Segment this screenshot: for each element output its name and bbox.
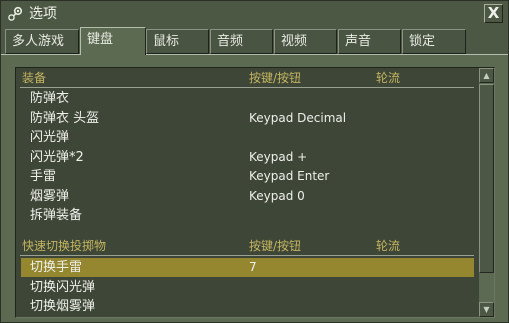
binding-action: 防弹衣 (30, 91, 70, 106)
binding-key: 7 (249, 260, 257, 274)
title-bar[interactable]: 选项 X (1, 1, 508, 27)
tab-mouse[interactable]: 鼠标 (146, 29, 209, 54)
vertical-scrollbar[interactable]: ▲ ▼ (479, 68, 494, 317)
tab-bar: 多人游戏 键盘 鼠标 音频 视频 声音 锁定 (1, 27, 509, 55)
binding-row-selected[interactable]: 切换手雷 7 (21, 258, 474, 277)
binding-action: 切换手雷 (30, 260, 83, 275)
binding-row[interactable]: 切换闪光弹 (16, 278, 478, 297)
section-title: 快速切换投掷物 (22, 239, 107, 253)
binding-action: 闪光弹*2 (30, 150, 84, 165)
scroll-thumb[interactable] (479, 84, 494, 273)
binding-action: 手雷 (30, 169, 57, 184)
binding-row[interactable]: 烟雾弹 Keypad 0 (16, 187, 478, 206)
options-window: 选项 X 多人游戏 键盘 鼠标 音频 视频 声音 锁定 装备 按键/按钮 轮流 … (0, 0, 509, 323)
section-header-equipment: 装备 按键/按钮 轮流 (16, 70, 478, 88)
keyboard-panel: 装备 按键/按钮 轮流 防弹衣 防弹衣 头盔 Keypad Decimal 闪光… (1, 54, 508, 322)
tab-voice[interactable]: 声音 (338, 29, 401, 54)
tab-multiplayer[interactable]: 多人游戏 (5, 29, 79, 54)
column-header-key: 按键/按钮 (249, 71, 302, 85)
binding-key: Keypad + (249, 150, 308, 164)
header-divider (20, 255, 474, 256)
header-divider (20, 87, 474, 88)
binding-key: Keypad Decimal (249, 111, 347, 125)
binding-row[interactable]: 闪光弹 (16, 128, 478, 147)
steam-logo-icon (8, 6, 23, 21)
binding-row[interactable]: 拆弹装备 (16, 206, 478, 225)
column-header-alternate: 轮流 (376, 71, 401, 85)
binding-row[interactable]: 切换烟雾弹 (16, 297, 478, 316)
binding-action: 拆弹装备 (30, 208, 83, 223)
binding-key: Keypad 0 (249, 189, 305, 203)
tab-video[interactable]: 视频 (274, 29, 337, 54)
tab-audio[interactable]: 音频 (210, 29, 273, 54)
binding-action: 切换闪光弹 (30, 280, 96, 295)
binding-row[interactable]: 手雷 Keypad Enter (16, 167, 478, 186)
column-header-alternate: 轮流 (376, 239, 401, 253)
column-header-key: 按键/按钮 (249, 239, 302, 253)
tab-keyboard[interactable]: 键盘 (80, 27, 146, 55)
binding-action: 烟雾弹 (30, 189, 70, 204)
key-binding-list[interactable]: 装备 按键/按钮 轮流 防弹衣 防弹衣 头盔 Keypad Decimal 闪光… (15, 67, 495, 318)
binding-action: 切换烟雾弹 (30, 299, 96, 314)
tab-lock[interactable]: 锁定 (402, 29, 466, 54)
scroll-up-button[interactable]: ▲ (479, 68, 494, 83)
arrow-up-icon: ▲ (483, 71, 490, 80)
arrow-down-icon: ▼ (483, 305, 490, 314)
binding-action: 闪光弹 (30, 130, 70, 145)
section-title: 装备 (22, 71, 47, 85)
binding-row[interactable]: 防弹衣 (16, 89, 478, 108)
binding-row[interactable]: 防弹衣 头盔 Keypad Decimal (16, 109, 478, 128)
window-title: 选项 (29, 6, 57, 22)
binding-action: 防弹衣 头盔 (30, 111, 100, 126)
close-button[interactable]: X (484, 4, 503, 23)
binding-row[interactable]: 闪光弹*2 Keypad + (16, 148, 478, 167)
scroll-down-button[interactable]: ▼ (479, 302, 494, 317)
section-header-quick-switch: 快速切换投掷物 按键/按钮 轮流 (16, 238, 478, 256)
binding-key: Keypad Enter (249, 169, 330, 183)
